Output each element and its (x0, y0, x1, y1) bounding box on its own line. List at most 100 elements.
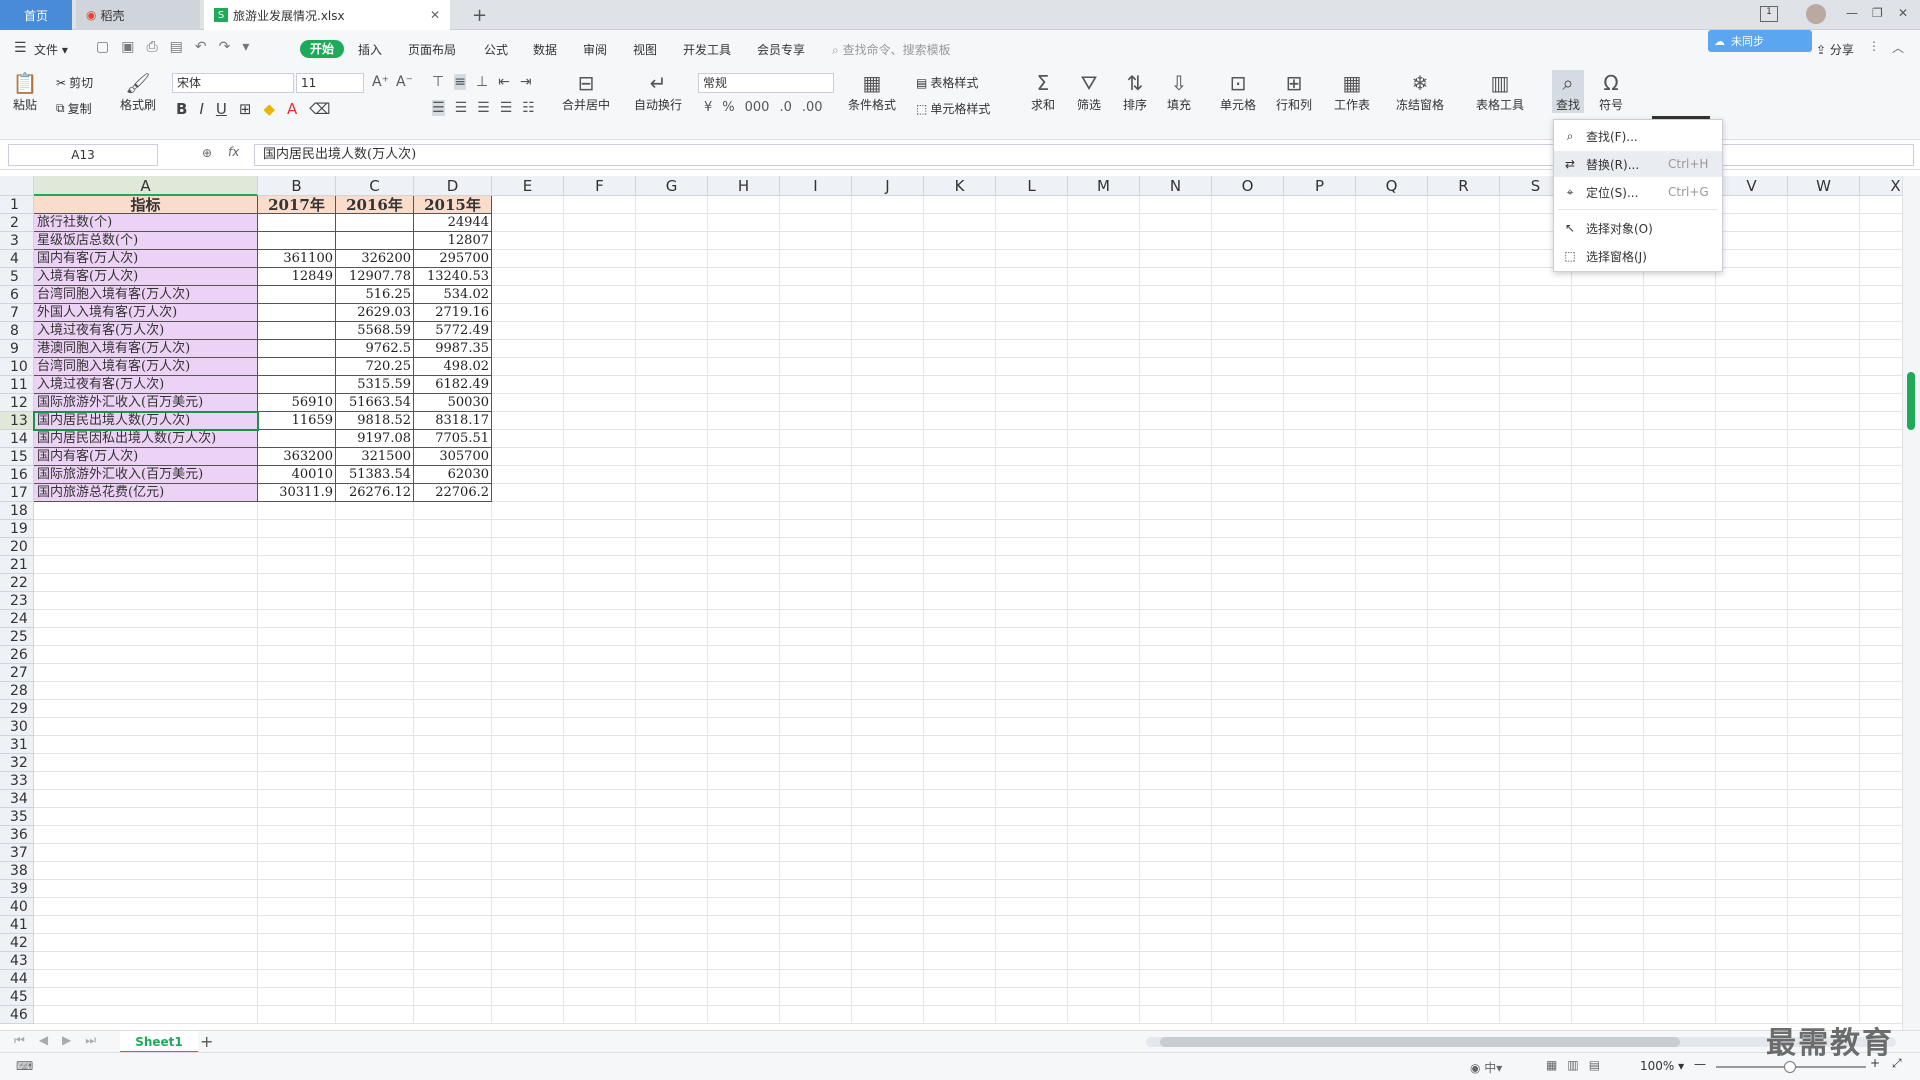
empty-cell[interactable] (1068, 412, 1140, 430)
empty-cell[interactable] (1860, 988, 1902, 1006)
empty-cell[interactable] (1644, 502, 1716, 520)
empty-cell[interactable] (258, 736, 336, 754)
empty-cell[interactable] (1644, 574, 1716, 592)
value-cell[interactable]: 62030 (414, 466, 492, 484)
empty-cell[interactable] (1212, 880, 1284, 898)
empty-cell[interactable] (996, 304, 1068, 322)
empty-cell[interactable] (636, 772, 708, 790)
empty-cell[interactable] (780, 430, 852, 448)
empty-cell[interactable] (1068, 826, 1140, 844)
empty-cell[interactable] (1284, 376, 1356, 394)
empty-cell[interactable] (1356, 970, 1428, 988)
empty-cell[interactable] (1212, 682, 1284, 700)
empty-cell[interactable] (258, 682, 336, 700)
empty-cell[interactable] (1788, 808, 1860, 826)
empty-cell[interactable] (780, 826, 852, 844)
empty-cell[interactable] (1212, 646, 1284, 664)
empty-cell[interactable] (780, 358, 852, 376)
empty-cell[interactable] (996, 718, 1068, 736)
empty-cell[interactable] (1716, 502, 1788, 520)
empty-cell[interactable] (1716, 214, 1788, 232)
empty-cell[interactable] (1860, 268, 1902, 286)
fx-icon[interactable]: fx (228, 145, 239, 159)
empty-cell[interactable] (1284, 682, 1356, 700)
empty-cell[interactable] (708, 808, 780, 826)
empty-cell[interactable] (996, 844, 1068, 862)
empty-cell[interactable] (636, 556, 708, 574)
empty-cell[interactable] (1644, 844, 1716, 862)
empty-cell[interactable] (258, 628, 336, 646)
empty-cell[interactable] (564, 574, 636, 592)
empty-cell[interactable] (636, 268, 708, 286)
empty-cell[interactable] (1356, 808, 1428, 826)
empty-cell[interactable] (636, 646, 708, 664)
empty-cell[interactable] (414, 592, 492, 610)
empty-cell[interactable] (924, 700, 996, 718)
empty-cell[interactable] (1860, 736, 1902, 754)
prev-sheet-icon[interactable]: ◀ (39, 1033, 48, 1048)
empty-cell[interactable] (1716, 880, 1788, 898)
empty-cell[interactable] (34, 610, 258, 628)
empty-cell[interactable] (414, 970, 492, 988)
empty-cell[interactable] (1716, 898, 1788, 916)
empty-cell[interactable] (414, 988, 492, 1006)
empty-cell[interactable] (492, 988, 564, 1006)
empty-cell[interactable] (1140, 880, 1212, 898)
row-col-button[interactable]: ⊞ 行和列 (1276, 70, 1312, 113)
empty-cell[interactable] (1356, 358, 1428, 376)
empty-cell[interactable] (1572, 592, 1644, 610)
empty-cell[interactable] (1644, 304, 1716, 322)
cell-button[interactable]: ⊡ 单元格 (1220, 70, 1256, 113)
empty-cell[interactable] (780, 322, 852, 340)
thousands-icon[interactable]: 000 (745, 100, 770, 115)
row-header[interactable]: 45 (0, 988, 34, 1006)
row-header[interactable]: 34 (0, 790, 34, 808)
table-header-cell[interactable]: 2017年 (258, 196, 336, 214)
empty-cell[interactable] (708, 502, 780, 520)
empty-cell[interactable] (924, 754, 996, 772)
row-header[interactable]: 28 (0, 682, 34, 700)
empty-cell[interactable] (1860, 304, 1902, 322)
row-header[interactable]: 7 (0, 304, 34, 322)
empty-cell[interactable] (1860, 196, 1902, 214)
empty-cell[interactable] (852, 916, 924, 934)
empty-cell[interactable] (996, 484, 1068, 502)
menu-item-goto[interactable]: ⌖ 定位(S)... Ctrl+G (1554, 179, 1722, 205)
empty-cell[interactable] (852, 790, 924, 808)
empty-cell[interactable] (1860, 502, 1902, 520)
font-size-select[interactable]: 11 (296, 73, 364, 93)
empty-cell[interactable] (564, 862, 636, 880)
empty-cell[interactable] (1284, 934, 1356, 952)
row-header[interactable]: 4 (0, 250, 34, 268)
empty-cell[interactable] (636, 826, 708, 844)
empty-cell[interactable] (1212, 376, 1284, 394)
empty-cell[interactable] (1788, 430, 1860, 448)
empty-cell[interactable] (852, 988, 924, 1006)
currency-icon[interactable]: ¥ (704, 100, 712, 115)
empty-cell[interactable] (564, 880, 636, 898)
italic-icon[interactable]: I (199, 100, 203, 118)
empty-cell[interactable] (1788, 304, 1860, 322)
empty-cell[interactable] (996, 646, 1068, 664)
empty-cell[interactable] (1644, 466, 1716, 484)
empty-cell[interactable] (1788, 700, 1860, 718)
font-grow-icon[interactable]: A⁺ (372, 74, 389, 90)
empty-cell[interactable] (336, 520, 414, 538)
empty-cell[interactable] (924, 682, 996, 700)
empty-cell[interactable] (636, 916, 708, 934)
empty-cell[interactable] (1428, 970, 1500, 988)
empty-cell[interactable] (564, 718, 636, 736)
empty-cell[interactable] (1572, 394, 1644, 412)
empty-cell[interactable] (1356, 286, 1428, 304)
empty-cell[interactable] (780, 916, 852, 934)
empty-cell[interactable] (1788, 466, 1860, 484)
empty-cell[interactable] (780, 988, 852, 1006)
font-name-select[interactable]: 宋体 (172, 73, 294, 93)
empty-cell[interactable] (1068, 214, 1140, 232)
macro-icon[interactable]: ⌨ (16, 1059, 33, 1073)
empty-cell[interactable] (924, 394, 996, 412)
empty-cell[interactable] (1356, 682, 1428, 700)
empty-cell[interactable] (1140, 556, 1212, 574)
value-cell[interactable] (258, 430, 336, 448)
empty-cell[interactable] (1572, 322, 1644, 340)
